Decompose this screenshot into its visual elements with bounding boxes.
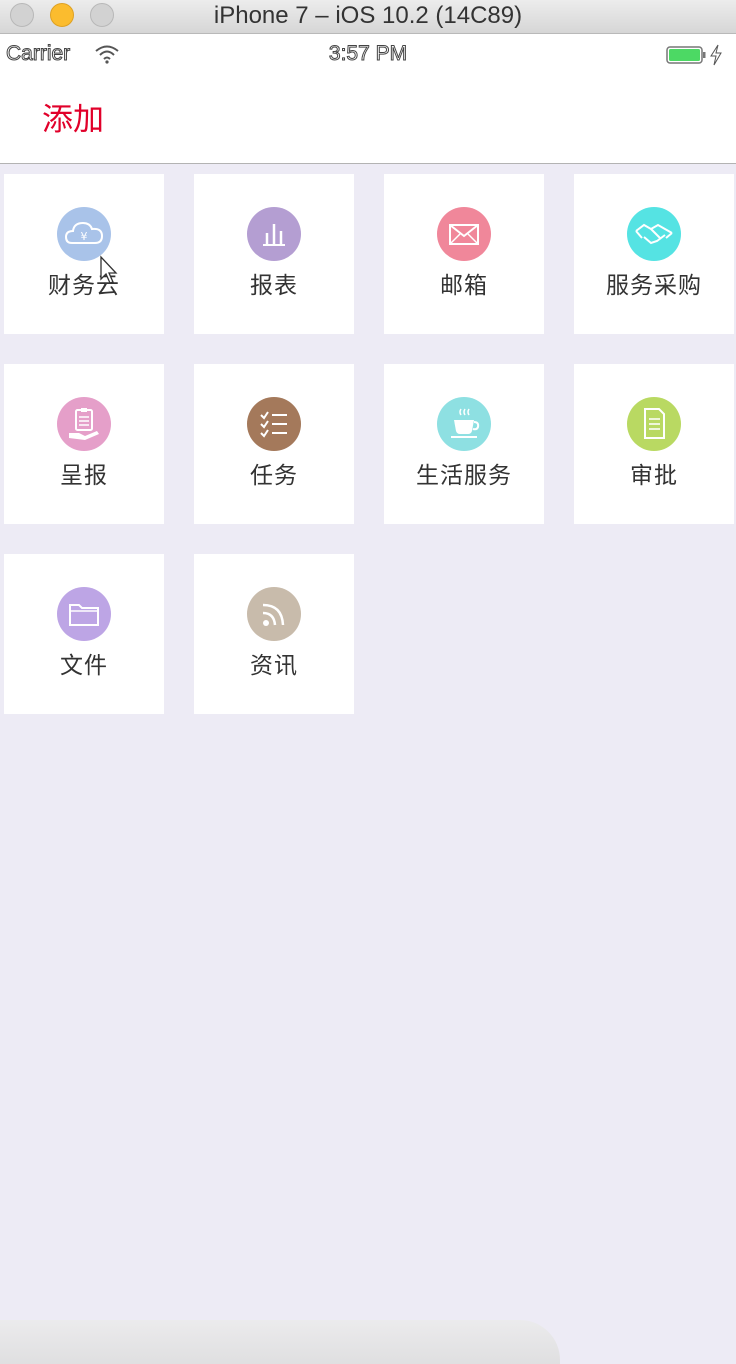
tile-label: 审批 (630, 463, 678, 489)
tile-label: 报表 (250, 273, 298, 299)
tile-service-procurement[interactable]: 服务采购 (574, 174, 734, 334)
tile-label: 文件 (60, 653, 108, 679)
tile-finance-cloud[interactable]: ¥ 财务云 (4, 174, 164, 334)
tile-label: 呈报 (60, 463, 108, 489)
handshake-icon (627, 207, 681, 261)
navigation-bar: 添加 (0, 74, 736, 164)
tile-mailbox[interactable]: 邮箱 (384, 174, 544, 334)
tile-reports[interactable]: 报表 (194, 174, 354, 334)
envelope-icon (437, 207, 491, 261)
tile-label: 服务采购 (606, 273, 702, 299)
simulator-title-bar: iPhone 7 – iOS 10.2 (14C89) (0, 0, 736, 34)
add-button[interactable]: 添加 (42, 102, 104, 138)
tile-tasks[interactable]: 任务 (194, 364, 354, 524)
folder-icon (57, 587, 111, 641)
tile-submit-report[interactable]: 呈报 (4, 364, 164, 524)
coffee-cup-icon (437, 397, 491, 451)
rss-icon (247, 587, 301, 641)
tile-label: 资讯 (250, 653, 298, 679)
document-icon (627, 397, 681, 451)
tile-files[interactable]: 文件 (4, 554, 164, 714)
tile-label: 邮箱 (440, 273, 488, 299)
checklist-icon (247, 397, 301, 451)
status-time: 3:57 PM (328, 42, 408, 66)
window-bottom-edge (0, 1320, 560, 1364)
tile-label: 财务云 (48, 273, 120, 299)
battery-icon (666, 46, 706, 64)
svg-text:¥: ¥ (81, 230, 88, 243)
cloud-yen-icon: ¥ (57, 207, 111, 261)
tile-approval[interactable]: 审批 (574, 364, 734, 524)
status-bar: Carrier 3:57 PM (0, 34, 736, 74)
bar-chart-icon (247, 207, 301, 261)
tile-label: 任务 (250, 463, 298, 489)
charging-bolt-icon (710, 44, 722, 66)
tile-life-services[interactable]: 生活服务 (384, 364, 544, 524)
tile-label: 生活服务 (416, 463, 512, 489)
tile-news[interactable]: 资讯 (194, 554, 354, 714)
mouse-pointer-icon (100, 255, 118, 284)
window-title: iPhone 7 – iOS 10.2 (14C89) (213, 2, 523, 29)
clipboard-hand-icon (57, 397, 111, 451)
